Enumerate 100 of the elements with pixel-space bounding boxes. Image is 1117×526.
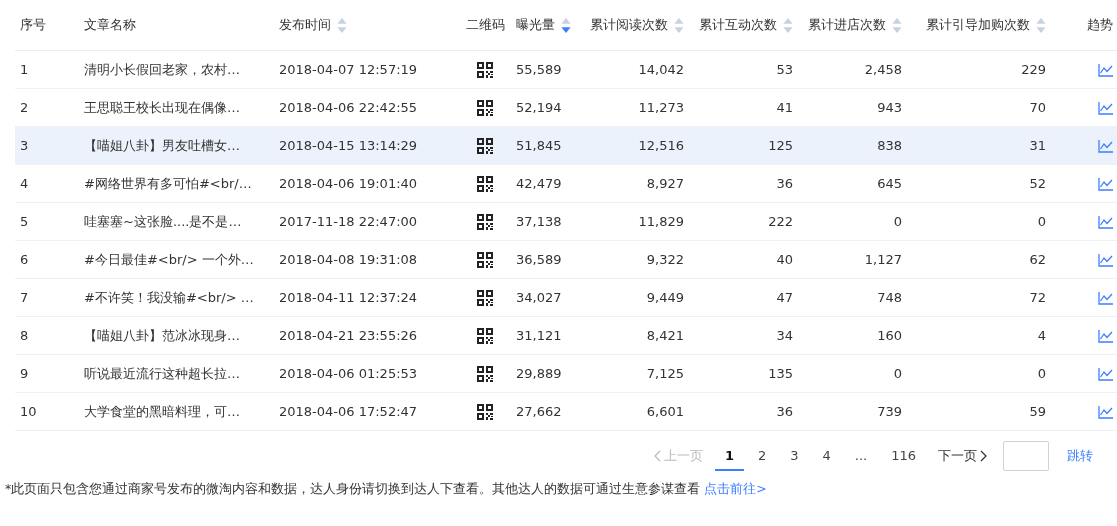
stat-value: 7,125	[646, 366, 684, 381]
page-button[interactable]: 4	[812, 441, 841, 471]
line-chart-icon[interactable]	[1098, 368, 1113, 381]
row-index: 3	[20, 138, 29, 153]
column-header: 文章名称	[84, 16, 136, 34]
qr-code-icon[interactable]	[477, 213, 493, 230]
stat-value: 59	[1029, 404, 1046, 419]
publish-time: 2018-04-15 13:14:29	[279, 138, 418, 153]
stat-value: 72	[1029, 290, 1046, 305]
exposure-count: 27,662	[516, 404, 562, 419]
row-index: 5	[20, 214, 29, 229]
chevron-right-icon	[980, 450, 987, 462]
exposure-count: 36,589	[516, 252, 562, 267]
stat-value: 62	[1029, 252, 1046, 267]
line-chart-icon[interactable]	[1098, 254, 1113, 267]
publish-time: 2018-04-11 12:37:24	[279, 290, 418, 305]
article-title: #今日最佳#<br/> 一个外…	[84, 251, 254, 267]
line-chart-icon[interactable]	[1098, 406, 1113, 419]
article-title: 清明小长假回老家，农村…	[84, 61, 240, 77]
qr-code-icon[interactable]	[477, 137, 493, 154]
stat-value: 0	[1037, 366, 1046, 381]
chevron-left-icon	[653, 450, 661, 462]
column-header[interactable]: 曝光量	[516, 16, 555, 34]
stat-value: 0	[893, 214, 902, 229]
sort-icon[interactable]	[561, 17, 571, 33]
stat-value: 160	[877, 328, 902, 343]
stat-value: 12,516	[638, 138, 684, 153]
column-header[interactable]: 发布时间	[279, 16, 331, 34]
qr-code-icon[interactable]	[477, 327, 493, 344]
qr-code-icon[interactable]	[477, 99, 493, 116]
exposure-count: 42,479	[516, 176, 562, 191]
qr-code-icon[interactable]	[477, 365, 493, 382]
stat-value: 2,458	[864, 62, 902, 77]
qr-code-icon[interactable]	[477, 403, 493, 420]
stat-value: 838	[877, 138, 902, 153]
line-chart-icon[interactable]	[1098, 102, 1113, 115]
row-index: 6	[20, 252, 29, 267]
stat-value: 1,127	[864, 252, 902, 267]
page-button[interactable]: 2	[747, 441, 777, 471]
stat-value: 0	[893, 366, 902, 381]
row-index: 8	[20, 328, 29, 343]
page-button[interactable]: 1	[714, 441, 744, 471]
stat-value: 645	[877, 176, 902, 191]
next-page-button[interactable]: 下一页	[930, 441, 995, 471]
stat-value: 52	[1029, 176, 1046, 191]
column-header: 序号	[20, 16, 46, 34]
line-chart-icon[interactable]	[1098, 140, 1113, 153]
stat-value: 229	[1021, 62, 1046, 77]
publish-time: 2018-04-21 23:55:26	[279, 328, 418, 343]
article-title: 哇塞塞~这张脸....是不是…	[84, 213, 242, 229]
line-chart-icon[interactable]	[1098, 178, 1113, 191]
publish-time: 2018-04-07 12:57:19	[279, 62, 418, 77]
publish-time: 2018-04-06 22:42:55	[279, 100, 418, 115]
article-title: 【喵姐八卦】范冰冰现身…	[84, 327, 240, 343]
stat-value: 748	[877, 290, 902, 305]
exposure-count: 34,027	[516, 290, 562, 305]
stat-value: 8,421	[646, 328, 684, 343]
qr-code-icon[interactable]	[477, 175, 493, 192]
go-link[interactable]: 点击前往>	[704, 481, 767, 496]
line-chart-icon[interactable]	[1098, 64, 1113, 77]
stat-value: 53	[776, 62, 793, 77]
article-title: 【喵姐八卦】男友吐槽女…	[84, 137, 240, 153]
jump-button[interactable]: 跳转	[1059, 441, 1101, 471]
exposure-count: 52,194	[516, 100, 562, 115]
exposure-count: 29,889	[516, 366, 562, 381]
column-header[interactable]: 累计互动次数	[699, 16, 777, 34]
page-button[interactable]: 116	[881, 441, 926, 471]
stat-value: 40	[776, 252, 793, 267]
stat-value: 8,927	[646, 176, 684, 191]
row-index: 1	[20, 62, 29, 77]
line-chart-icon[interactable]	[1098, 292, 1113, 305]
article-title: #网络世界有多可怕#<br/…	[84, 175, 252, 191]
stat-value: 36	[776, 176, 793, 191]
exposure-count: 37,138	[516, 214, 562, 229]
article-title: 王思聪王校长出现在偶像…	[84, 99, 240, 115]
publish-time: 2017-11-18 22:47:00	[279, 214, 418, 229]
exposure-count: 51,845	[516, 138, 562, 153]
stat-value: 222	[768, 214, 793, 229]
exposure-count: 55,589	[516, 62, 562, 77]
publish-time: 2018-04-06 01:25:53	[279, 366, 418, 381]
column-header: 趋势	[1087, 16, 1113, 34]
column-header[interactable]: 累计引导加购次数	[926, 16, 1030, 34]
qr-code-icon[interactable]	[477, 61, 493, 78]
publish-time: 2018-04-06 17:52:47	[279, 404, 418, 419]
footnote-text: *此页面只包含您通过商家号发布的微淘内容和数据，达人身份请切换到达人下查看。其他达人的数据可通过生意参谋查看 点击前往>	[5, 481, 768, 498]
column-header[interactable]: 累计阅读次数	[590, 16, 668, 34]
page-number-field[interactable]	[1003, 441, 1049, 471]
column-header: 二维码	[465, 16, 505, 34]
stat-value: 4	[1037, 328, 1046, 343]
column-header[interactable]: 累计进店次数	[808, 16, 886, 34]
stat-value: 36	[776, 404, 793, 419]
qr-code-icon[interactable]	[477, 251, 493, 268]
stat-value: 0	[1037, 214, 1046, 229]
line-chart-icon[interactable]	[1098, 330, 1113, 343]
page-button[interactable]: 3	[780, 441, 809, 471]
stat-value: 943	[877, 100, 902, 115]
stat-value: 9,322	[646, 252, 684, 267]
qr-code-icon[interactable]	[477, 289, 493, 306]
stat-value: 739	[877, 404, 902, 419]
line-chart-icon[interactable]	[1098, 216, 1113, 229]
